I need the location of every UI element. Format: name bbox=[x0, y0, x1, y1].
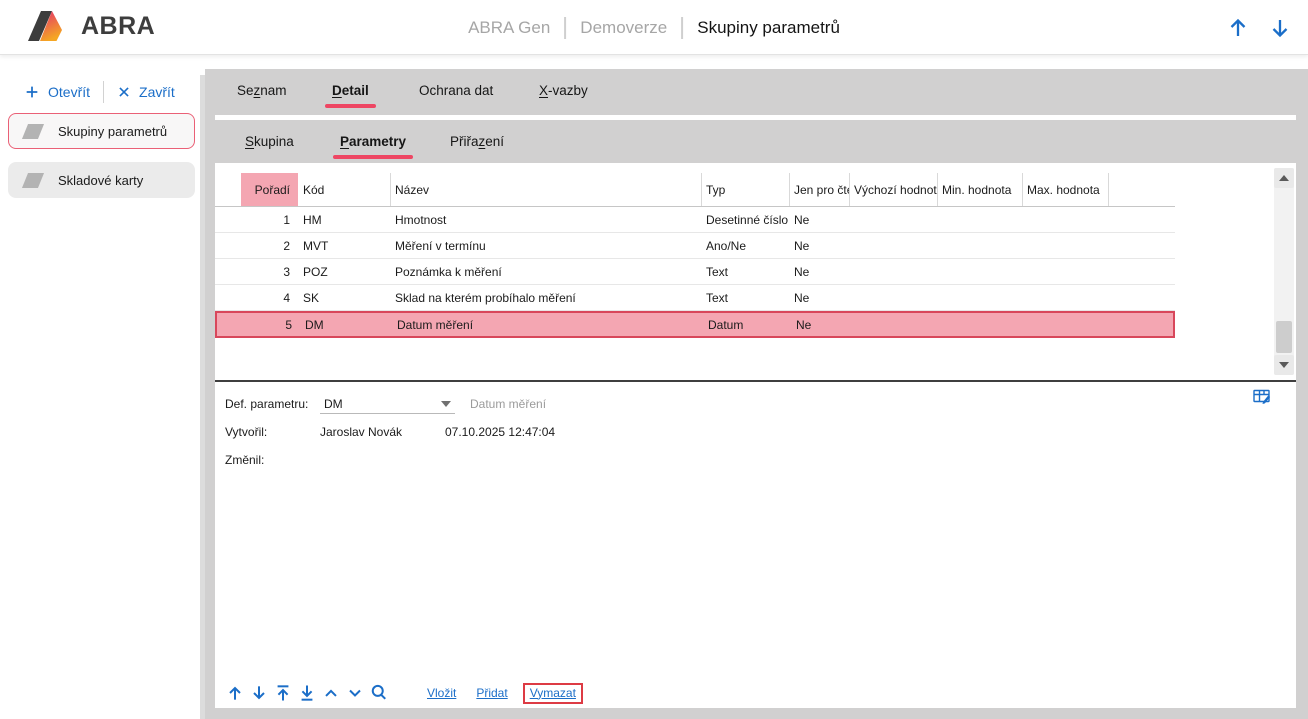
column-header-filler bbox=[1108, 173, 1175, 207]
form-row-zmenil: Změnil: bbox=[225, 449, 555, 471]
def-param-combobox[interactable]: DM bbox=[320, 394, 455, 414]
column-header-min-hodnota[interactable]: Min. hodnota bbox=[937, 173, 1022, 207]
chevron-down-icon bbox=[441, 401, 451, 407]
open-button-label: Otevřít bbox=[48, 84, 90, 100]
close-button[interactable]: Zavřít bbox=[117, 84, 175, 100]
table-form-splitter[interactable] bbox=[215, 380, 1296, 382]
delete-link[interactable]: Vymazat bbox=[530, 686, 576, 700]
tab-skupina[interactable]: Skupina bbox=[245, 134, 294, 149]
footer-links: Vložit Přidat Vymazat bbox=[427, 683, 583, 704]
close-icon bbox=[117, 85, 131, 99]
search-icon[interactable] bbox=[369, 683, 389, 703]
form-row-vytvoril: Vytvořil: Jaroslav Novák 07.10.2025 12:4… bbox=[225, 421, 555, 443]
table-row-selected[interactable]: 5 DM Datum měření Datum Ne bbox=[215, 311, 1175, 338]
breadcrumb-separator bbox=[564, 17, 566, 39]
header-nav-arrows bbox=[1226, 0, 1292, 55]
tab-x-vazby[interactable]: X-vazby bbox=[539, 83, 588, 98]
open-button[interactable]: Otevřít bbox=[24, 84, 90, 100]
table-header-border bbox=[215, 206, 1175, 207]
form-row-def-parametru: Def. parametru: DM Datum měření bbox=[225, 393, 555, 415]
chevron-up-icon[interactable] bbox=[321, 683, 341, 703]
column-header-max-hodnota[interactable]: Max. hodnota bbox=[1022, 173, 1108, 207]
agenda-icon bbox=[22, 124, 44, 139]
main-panel: Seznam Detail Ochrana dat X-vazby Skupin… bbox=[205, 69, 1308, 719]
app-header: ABRA ABRA Gen Demoverze Skupiny parametr… bbox=[0, 0, 1308, 55]
scrollbar-up-button[interactable] bbox=[1274, 168, 1294, 188]
sidebar-item-skladove-karty[interactable]: Skladové karty bbox=[8, 162, 195, 198]
sorted-column-indicator[interactable]: Pořadí bbox=[241, 173, 298, 207]
table-scrollbar[interactable] bbox=[1274, 168, 1294, 375]
created-by: Jaroslav Novák bbox=[320, 425, 445, 439]
move-last-icon[interactable] bbox=[297, 683, 317, 703]
changed-label: Změnil: bbox=[225, 453, 320, 467]
main-tabbar: Seznam Detail Ochrana dat X-vazby bbox=[205, 69, 1308, 115]
nav-down-icon[interactable] bbox=[1268, 16, 1292, 40]
created-at: 07.10.2025 12:47:04 bbox=[445, 425, 555, 439]
column-header-poradi[interactable]: Pořadí bbox=[215, 173, 298, 207]
edit-grid-icon[interactable] bbox=[1252, 387, 1272, 407]
table-row[interactable]: 1 HM Hmotnost Desetinné číslo Ne bbox=[215, 207, 1175, 233]
def-param-label: Def. parametru: bbox=[225, 397, 320, 411]
created-label: Vytvořil: bbox=[225, 425, 320, 439]
sidebar-item-label: Skupiny parametrů bbox=[58, 124, 167, 139]
table-header: Pořadí Kód Název Typ Jen pro čtení Výcho… bbox=[215, 163, 1175, 207]
move-up-icon[interactable] bbox=[225, 683, 245, 703]
move-first-icon[interactable] bbox=[273, 683, 293, 703]
triangle-down-icon bbox=[1279, 362, 1289, 368]
abra-logo-icon bbox=[28, 11, 72, 41]
toolbar-separator bbox=[103, 81, 104, 103]
column-header-kod[interactable]: Kód bbox=[298, 173, 390, 207]
active-tab-underline bbox=[325, 104, 376, 108]
sidebar-toolbar: Otevřít Zavřít bbox=[24, 77, 175, 107]
insert-link[interactable]: Vložit bbox=[427, 686, 456, 700]
sidebar: Otevřít Zavřít Skupiny parametrů Skladov… bbox=[0, 55, 205, 719]
column-header-vychozi-hodnota[interactable]: Výchozí hodnota bbox=[849, 173, 937, 207]
column-header-nazev[interactable]: Název bbox=[390, 173, 701, 207]
column-header-jen-pro-cteni[interactable]: Jen pro čtení bbox=[789, 173, 849, 207]
tab-ochrana-dat[interactable]: Ochrana dat bbox=[419, 83, 493, 98]
plus-icon bbox=[24, 84, 40, 100]
table-row[interactable]: 4 SK Sklad na kterém probíhalo měření Te… bbox=[215, 285, 1175, 311]
breadcrumb-separator bbox=[681, 17, 683, 39]
sub-tabbar: Skupina Parametry Přiřazení bbox=[205, 120, 1308, 163]
tab-parametry[interactable]: Parametry bbox=[340, 134, 406, 149]
sidebar-item-label: Skladové karty bbox=[58, 173, 143, 188]
column-header-typ[interactable]: Typ bbox=[701, 173, 789, 207]
footer-toolbar: Vložit Přidat Vymazat bbox=[223, 680, 583, 706]
abra-logo: ABRA bbox=[28, 11, 155, 41]
table-row[interactable]: 3 POZ Poznámka k měření Text Ne bbox=[215, 259, 1175, 285]
def-param-value: DM bbox=[320, 397, 441, 411]
tab-prirazeni[interactable]: Přiřazení bbox=[450, 134, 504, 149]
sidebar-item-skupiny-parametru[interactable]: Skupiny parametrů bbox=[8, 113, 195, 149]
def-param-hint: Datum měření bbox=[470, 397, 546, 411]
tab-detail[interactable]: Detail bbox=[332, 83, 369, 98]
move-down-icon[interactable] bbox=[249, 683, 269, 703]
delete-link-highlight-box: Vymazat bbox=[523, 683, 583, 704]
add-link[interactable]: Přidat bbox=[476, 686, 507, 700]
active-tab-underline bbox=[333, 155, 413, 159]
chevron-down-icon[interactable] bbox=[345, 683, 365, 703]
scrollbar-thumb[interactable] bbox=[1276, 321, 1292, 353]
table-row[interactable]: 2 MVT Měření v termínu Ano/Ne Ne bbox=[215, 233, 1175, 259]
page-title: Skupiny parametrů bbox=[697, 18, 840, 38]
close-button-label: Zavřít bbox=[139, 84, 175, 100]
breadcrumb: ABRA Gen Demoverze Skupiny parametrů bbox=[468, 0, 840, 55]
scrollbar-down-button[interactable] bbox=[1274, 355, 1294, 375]
logo-text: ABRA bbox=[81, 12, 155, 41]
agenda-icon bbox=[22, 173, 44, 188]
content-area: Pořadí Kód Název Typ Jen pro čtení Výcho… bbox=[215, 163, 1296, 708]
nav-up-icon[interactable] bbox=[1226, 16, 1250, 40]
tab-seznam[interactable]: Seznam bbox=[237, 83, 287, 98]
detail-form: Def. parametru: DM Datum měření Vytvořil… bbox=[225, 393, 555, 477]
triangle-up-icon bbox=[1279, 175, 1289, 181]
breadcrumb-version[interactable]: Demoverze bbox=[580, 18, 667, 38]
breadcrumb-app[interactable]: ABRA Gen bbox=[468, 18, 550, 38]
